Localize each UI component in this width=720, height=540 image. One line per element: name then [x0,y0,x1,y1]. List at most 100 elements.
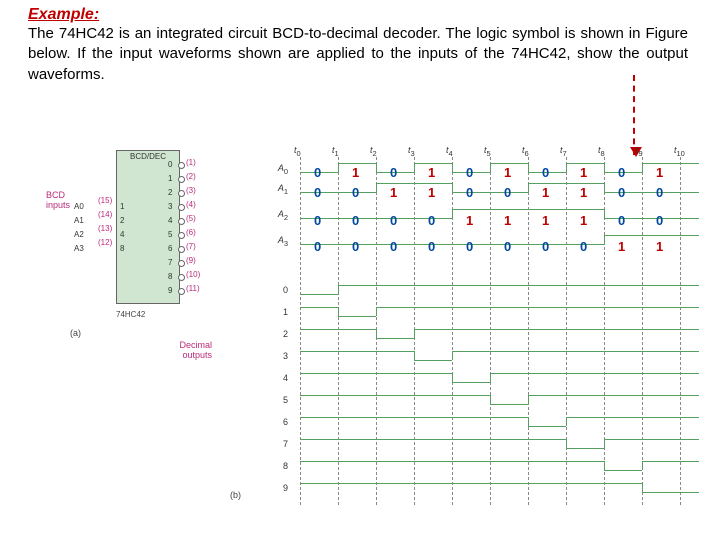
input-pin-name: A2 [74,230,84,239]
bit-digit: 0 [618,165,625,180]
bit-digit: 0 [314,165,321,180]
inversion-bubble-icon [178,260,185,267]
bit-digit: 1 [504,213,511,228]
waveform-row-label: 7 [218,439,288,449]
example-title: Example: [28,6,688,24]
bit-digit: 0 [466,185,473,200]
output-pin-number: (10) [186,270,200,279]
waveform-row: 1 [300,307,680,325]
waveform-panel: (b) Decimaloutputs t0t1t2t3t4t5t6t7t8t9t… [222,145,692,515]
input-pin-number: (13) [98,224,112,233]
waveform-row: 9 [300,483,680,501]
inversion-bubble-icon [178,204,185,211]
bit-digit: 1 [580,165,587,180]
bit-digit: 0 [314,213,321,228]
bit-digit: 0 [352,239,359,254]
inversion-bubble-icon [178,232,185,239]
output-pin-index: 8 [168,272,172,281]
output-pin-index: 3 [168,202,172,211]
time-tick-label: t10 [674,145,685,158]
bit-digit: 1 [390,185,397,200]
waveform-row-label: A3 [218,235,288,248]
output-pin-number: (6) [186,228,196,237]
input-pin-weight: 4 [120,230,124,239]
bit-digit: 0 [314,239,321,254]
input-pin-weight: 8 [120,244,124,253]
bit-digit: 1 [542,213,549,228]
bit-digit: 1 [656,239,663,254]
bit-digit: 0 [466,239,473,254]
waveform-row-label: 0 [218,285,288,295]
bit-digit: 0 [314,185,321,200]
waveform-row-label: 6 [218,417,288,427]
waveform-row-label: 8 [218,461,288,471]
waveform-row: 4 [300,373,680,391]
waveform-row: 5 [300,395,680,413]
bit-digit: 0 [656,213,663,228]
bit-digit: 0 [618,185,625,200]
output-pin-number: (7) [186,242,196,251]
bit-digit: 1 [352,165,359,180]
subfigure-a-label: (a) [70,328,81,338]
bit-digit: 0 [580,239,587,254]
bit-digit: 1 [580,213,587,228]
time-tick-label: t3 [408,145,415,158]
bit-digit: 1 [504,165,511,180]
bit-digit: 1 [618,239,625,254]
logic-symbol-block: BCDinputs BCD/DEC 74HC42 (a) A0(15)1A1(1… [28,150,238,350]
output-pin-number: (5) [186,214,196,223]
inversion-bubble-icon [178,246,185,253]
output-pin-index: 4 [168,216,172,225]
bit-digit: 0 [428,213,435,228]
inversion-bubble-icon [178,274,185,281]
waveform-row-label: 1 [218,307,288,317]
time-tick-label: t6 [522,145,529,158]
input-pin-weight: 1 [120,202,124,211]
inversion-bubble-icon [178,162,185,169]
inversion-bubble-icon [178,190,185,197]
waveform-row-label: A1 [218,183,288,196]
bit-digit: 1 [656,165,663,180]
waveform-row: 6 [300,417,680,435]
waveform-row-label: 5 [218,395,288,405]
time-tick-label: t0 [294,145,301,158]
bit-digit: 0 [504,239,511,254]
input-pin-number: (14) [98,210,112,219]
waveform-row: 7 [300,439,680,457]
bit-digit: 0 [390,165,397,180]
output-pin-index: 5 [168,230,172,239]
bit-digit: 0 [542,239,549,254]
time-tick-label: t5 [484,145,491,158]
waveform-row: 2 [300,329,680,347]
input-pin-name: A0 [74,202,84,211]
bit-digit: 0 [390,239,397,254]
input-pin-number: (12) [98,238,112,247]
time-tick-label: t2 [370,145,377,158]
input-pin-name: A1 [74,216,84,225]
time-tick-label: t8 [598,145,605,158]
time-tick-label: t1 [332,145,339,158]
output-pin-index: 1 [168,174,172,183]
bit-digit: 1 [542,185,549,200]
time-tick-label: t7 [560,145,567,158]
output-pin-index: 6 [168,244,172,253]
inversion-bubble-icon [178,176,185,183]
time-tick-label: t4 [446,145,453,158]
example-header: Example: The 74HC42 is an integrated cir… [28,6,688,85]
bit-digit: 0 [390,213,397,228]
output-pin-number: (11) [186,284,200,293]
bit-digit: 1 [428,165,435,180]
input-pin-weight: 2 [120,216,124,225]
bcd-inputs-label: BCDinputs [46,190,70,210]
output-pin-number: (4) [186,200,196,209]
waveform-row-label: A0 [218,163,288,176]
waveform-row-label: 2 [218,329,288,339]
bit-digit: 0 [428,239,435,254]
waveform-row-label: 3 [218,351,288,361]
waveform-row: 0 [300,285,680,303]
bit-digit: 0 [352,213,359,228]
inversion-bubble-icon [178,218,185,225]
output-pin-index: 2 [168,188,172,197]
bit-digit: 1 [466,213,473,228]
output-pin-number: (2) [186,172,196,181]
